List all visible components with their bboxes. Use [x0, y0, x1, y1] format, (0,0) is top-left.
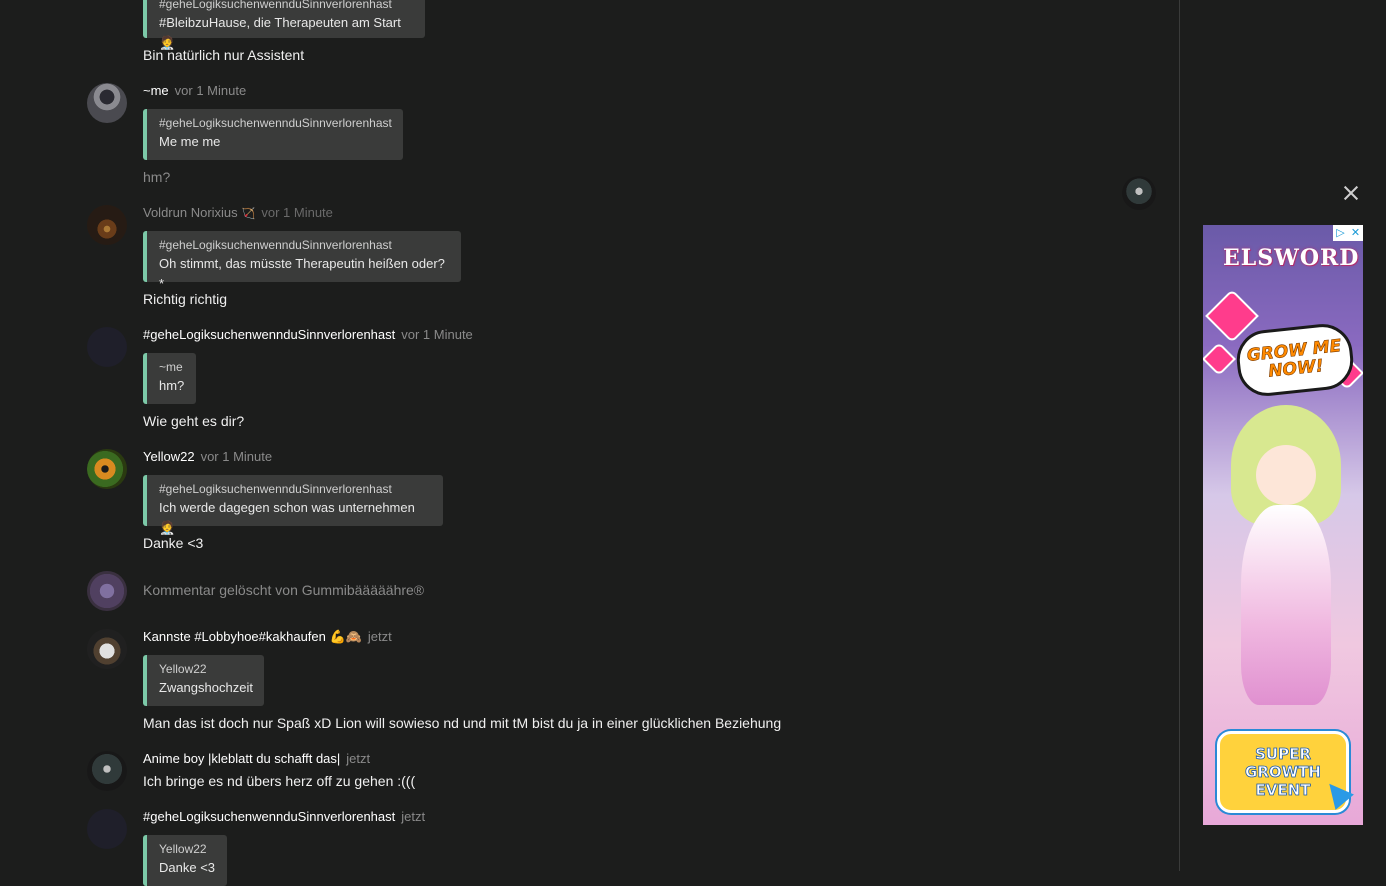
quoted-author: #geheLogiksuchenwennduSinnverlorenhast	[159, 482, 392, 496]
message-meta: #geheLogiksuchenwennduSinnverlorenhast je…	[143, 809, 425, 824]
quoted-text: Danke <3	[159, 860, 216, 875]
avatar[interactable]	[87, 751, 127, 791]
adchoices-icon[interactable]: ▷	[1333, 225, 1348, 241]
avatar[interactable]	[87, 83, 127, 123]
timestamp: vor 1 Minute	[261, 205, 333, 220]
panel-divider	[1179, 0, 1180, 871]
author-name[interactable]: Voldrun Norixius	[143, 205, 238, 220]
avatar[interactable]	[87, 327, 127, 367]
typing-user-avatar[interactable]	[1122, 176, 1156, 210]
adchoices-badge[interactable]: ▷ ✕	[1333, 225, 1363, 241]
ad-banner[interactable]: ▷ ✕ ELSWORD GROW ME NOW! SUPER GROWTH EV…	[1203, 225, 1363, 825]
author-name[interactable]: Yellow22	[143, 449, 195, 464]
author-name[interactable]: Kannste #Lobbyhoe#kakhaufen 💪🙈	[143, 629, 362, 644]
author-name[interactable]: Anime boy |kleblatt du schafft das|	[143, 751, 340, 766]
character-body	[1241, 505, 1331, 705]
message-meta: Yellow22 vor 1 Minute	[143, 449, 272, 464]
avatar[interactable]	[87, 571, 127, 611]
deleted-comment-notice: Kommentar gelöscht von Gummibääääähre®	[143, 582, 425, 598]
message-meta: Voldrun Norixius 🏹 vor 1 Minute	[143, 205, 333, 220]
quoted-author: Yellow22	[159, 662, 207, 676]
message-text: Bin natürlich nur Assistent	[143, 47, 305, 63]
avatar[interactable]	[87, 449, 127, 489]
author-name[interactable]: ~me	[143, 83, 169, 98]
avatar[interactable]	[87, 205, 127, 245]
message-text: hm?	[143, 169, 171, 185]
message-meta: Kannste #Lobbyhoe#kakhaufen 💪🙈 jetzt	[143, 629, 392, 645]
message-meta: #geheLogiksuchenwennduSinnverlorenhast vo…	[143, 327, 473, 342]
quoted-author: Yellow22	[159, 842, 207, 856]
ad-close-icon[interactable]: ✕	[1348, 225, 1363, 241]
quoted-author: ~me	[159, 360, 183, 374]
heart-icon	[1203, 342, 1236, 376]
author-name[interactable]: #geheLogiksuchenwennduSinnverlorenhast	[143, 809, 395, 824]
quoted-text: Zwangshochzeit	[159, 680, 253, 695]
ad-speech-bubble: GROW ME NOW!	[1233, 321, 1357, 399]
timestamp: jetzt	[346, 751, 371, 766]
quoted-message[interactable]: Yellow22 Zwangshochzeit	[143, 655, 264, 706]
timestamp: vor 1 Minute	[401, 327, 473, 342]
timestamp: jetzt	[367, 629, 392, 644]
timestamp: jetzt	[401, 809, 426, 824]
quoted-message[interactable]: ~me hm?	[143, 353, 196, 404]
ad-character-illustration	[1221, 405, 1351, 705]
avatar[interactable]	[87, 629, 127, 669]
avatar[interactable]	[87, 809, 127, 849]
quoted-message[interactable]: #geheLogiksuchenwennduSinnverlorenhast M…	[143, 109, 403, 160]
quoted-text: Ich werde dagegen schon was unternehmen …	[159, 500, 415, 535]
ad-logo: ELSWORD	[1223, 245, 1360, 271]
message-text: Man das ist doch nur Spaß xD Lion will s…	[143, 715, 782, 731]
timestamp: vor 1 Minute	[200, 449, 273, 464]
message-meta: Anime boy |kleblatt du schafft das| jetzt	[143, 751, 370, 766]
message-text: Richtig richtig	[143, 291, 228, 307]
quoted-message[interactable]: #geheLogiksuchenwennduSinnverlorenhast I…	[143, 475, 443, 535]
author-badge-icon: 🏹	[241, 208, 256, 220]
message-text: Wie geht es dir?	[143, 413, 245, 429]
quoted-author: #geheLogiksuchenwennduSinnverlorenhast	[159, 0, 392, 11]
quoted-text: Oh stimmt, das müsste Therapeutin heißen…	[159, 256, 445, 291]
quoted-message[interactable]: #geheLogiksuchenwennduSinnverlorenhast #…	[143, 0, 425, 50]
message-text: Danke <3	[143, 535, 204, 551]
message-meta: ~me vor 1 Minute	[143, 83, 246, 98]
ad-bubble-text: GROW ME NOW!	[1245, 336, 1343, 382]
author-name[interactable]: #geheLogiksuchenwennduSinnverlorenhast	[143, 327, 395, 342]
timestamp: vor 1 Minute	[174, 83, 247, 98]
quoted-text: hm?	[159, 378, 185, 393]
quoted-author: #geheLogiksuchenwennduSinnverlorenhast	[159, 238, 392, 252]
message-text: Ich bringe es nd übers herz off zu gehen…	[143, 773, 416, 789]
quoted-message[interactable]: #geheLogiksuchenwennduSinnverlorenhast O…	[143, 231, 461, 291]
quoted-text: Me me me	[159, 134, 221, 149]
close-icon[interactable]	[1340, 182, 1362, 204]
chat-feed: #geheLogiksuchenwennduSinnverlorenhast #…	[0, 0, 1179, 886]
quoted-author: #geheLogiksuchenwennduSinnverlorenhast	[159, 116, 392, 130]
character-face	[1256, 445, 1316, 505]
quoted-message[interactable]: Yellow22 Danke <3	[143, 835, 227, 886]
